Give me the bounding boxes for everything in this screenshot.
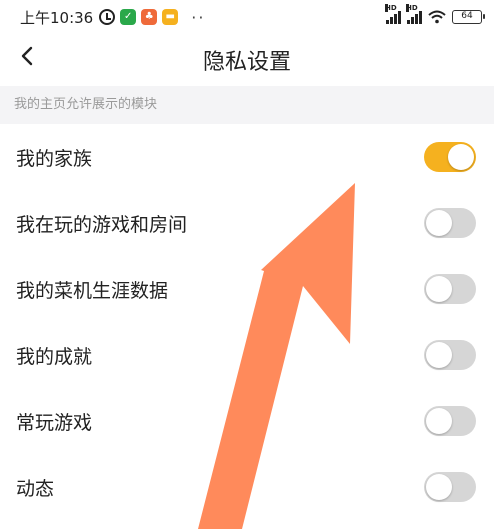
alarm-icon (99, 9, 116, 25)
setting-label: 我在玩的游戏和房间 (16, 213, 188, 236)
family-toggle[interactable] (424, 142, 476, 172)
setting-label: 我的菜机生涯数据 (16, 279, 169, 302)
status-time: 上午10:36 (20, 8, 94, 27)
status-bar: 上午10:36 ✓ ♣ ▬ ·· HD HD 64 (0, 0, 494, 34)
setting-label: 我的成就 (16, 345, 93, 368)
shield-app-icon: ✓ (120, 9, 137, 25)
nav-bar: 隐私设置 (0, 34, 494, 82)
setting-row-games-rooms: 我在玩的游戏和房间 (0, 190, 494, 256)
signal-icon: HD (385, 4, 401, 24)
setting-row-family: 我的家族 (0, 124, 494, 190)
setting-row-career-data: 我的菜机生涯数据 (0, 256, 494, 322)
section-header: 我的主页允许展示的模块 (0, 86, 494, 124)
signal-icon-2: HD (406, 4, 422, 24)
feed-toggle[interactable] (424, 472, 476, 502)
settings-list: 我的家族 我在玩的游戏和房间 我的菜机生涯数据 我的成就 常玩游戏 动态 (0, 124, 494, 520)
setting-row-feed: 动态 (0, 454, 494, 520)
career-data-toggle[interactable] (424, 274, 476, 304)
games-rooms-toggle[interactable] (424, 208, 476, 238)
wifi-icon (428, 10, 446, 24)
battery-icon: 64 (452, 10, 485, 24)
game-app-icon: ♣ (141, 9, 158, 25)
setting-row-frequent-games: 常玩游戏 (0, 388, 494, 454)
setting-label: 我的家族 (16, 147, 93, 170)
frequent-games-toggle[interactable] (424, 406, 476, 436)
page-title: 隐私设置 (202, 50, 291, 75)
message-app-icon: ▬ (162, 9, 179, 25)
setting-row-achievements: 我的成就 (0, 322, 494, 388)
more-notifications-icon: ·· (191, 7, 206, 27)
achievements-toggle[interactable] (424, 340, 476, 370)
setting-label: 动态 (16, 477, 55, 500)
setting-label: 常玩游戏 (16, 411, 93, 434)
